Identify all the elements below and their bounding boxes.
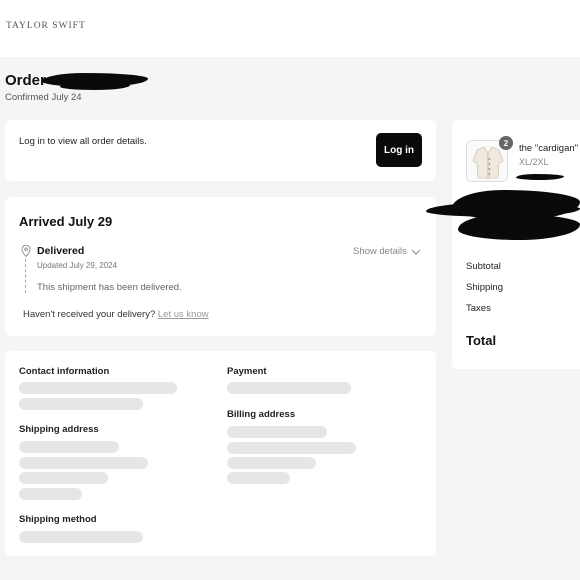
delivery-card: Arrived July 29 Delivered Updated July 2… — [5, 197, 436, 336]
skeleton-placeholder — [19, 398, 143, 410]
payment-label: Payment — [227, 366, 267, 377]
show-details-label: Show details — [353, 246, 407, 257]
order-summary-card: 2 the "cardigan" XL/2XL Subtotal Shippin… — [452, 120, 580, 369]
arrival-title: Arrived July 29 — [19, 214, 113, 229]
delivery-status: Delivered — [37, 245, 85, 257]
timeline-line — [25, 259, 26, 293]
login-button[interactable]: Log in — [376, 133, 422, 167]
skeleton-placeholder — [19, 488, 82, 500]
skeleton-placeholder — [227, 442, 356, 454]
let-us-know-link[interactable]: Let us know — [158, 309, 209, 320]
shipping-address-label: Shipping address — [19, 424, 99, 435]
skeleton-placeholder — [19, 457, 148, 469]
item-variant: XL/2XL — [519, 157, 549, 167]
show-details-toggle[interactable]: Show details — [353, 246, 421, 257]
shipping-method-label: Shipping method — [19, 514, 97, 525]
skeleton-placeholder — [227, 457, 316, 469]
brand-logo[interactable]: TAYLOR SWIFT — [6, 21, 86, 31]
order-confirmed-date: Confirmed July 24 — [5, 92, 82, 103]
skeleton-placeholder — [227, 472, 290, 484]
billing-address-label: Billing address — [227, 409, 296, 420]
skeleton-placeholder — [227, 382, 351, 394]
taxes-label: Taxes — [466, 303, 491, 314]
chevron-down-icon — [411, 249, 421, 255]
redaction-mark — [60, 82, 130, 90]
top-bar: TAYLOR SWIFT — [0, 0, 580, 57]
item-name: the "cardigan" — [519, 143, 579, 154]
total-label: Total — [466, 333, 497, 348]
skeleton-placeholder — [19, 382, 177, 394]
login-card: Log in to view all order details. Log in — [5, 120, 436, 181]
contact-info-label: Contact information — [19, 366, 110, 377]
order-title: Order — [5, 72, 46, 89]
not-received-line: Haven't received your delivery? Let us k… — [23, 309, 209, 320]
map-pin-icon — [21, 245, 31, 257]
skeleton-placeholder — [19, 441, 119, 453]
status-updated-date: Updated July 29, 2024 — [37, 261, 118, 270]
shipping-label: Shipping — [466, 282, 503, 293]
skeleton-placeholder — [19, 472, 108, 484]
skeleton-placeholder — [227, 426, 327, 438]
order-details-card: Contact information Payment Shipping add… — [5, 351, 436, 556]
skeleton-placeholder — [19, 531, 143, 543]
subtotal-label: Subtotal — [466, 261, 501, 272]
login-prompt: Log in to view all order details. — [19, 136, 147, 147]
shipment-message: This shipment has been delivered. — [37, 282, 182, 293]
quantity-badge: 2 — [499, 136, 513, 150]
not-received-text: Haven't received your delivery? — [23, 309, 156, 320]
